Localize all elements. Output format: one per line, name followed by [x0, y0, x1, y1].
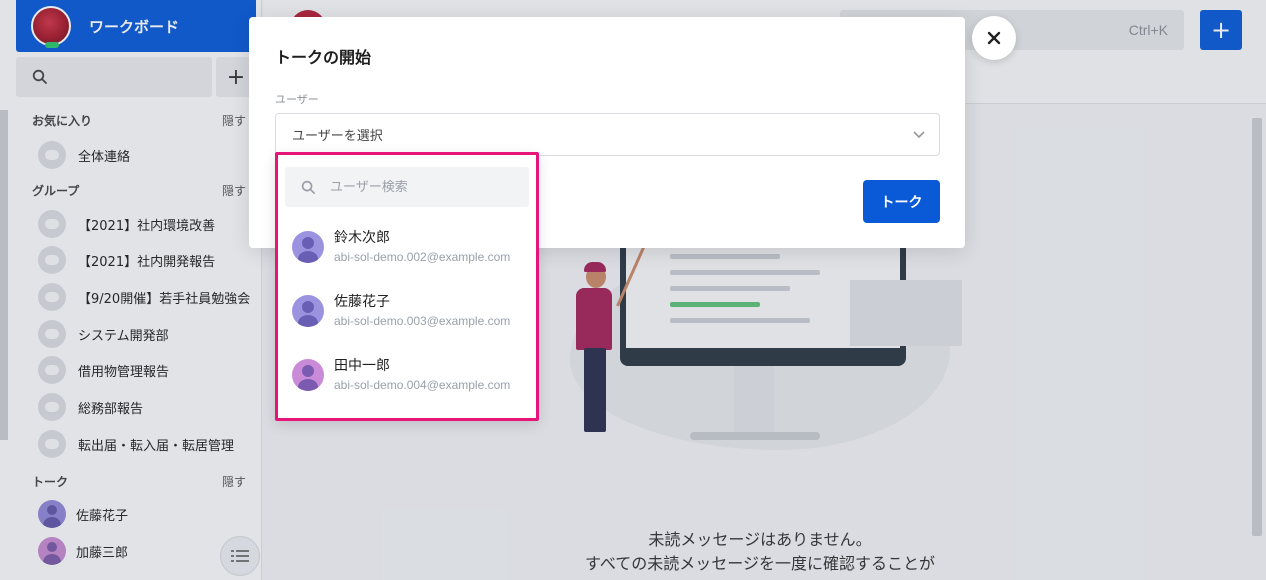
user-option-email: abi-sol-demo.003@example.com	[334, 314, 511, 328]
start-talk-button[interactable]: トーク	[863, 180, 940, 223]
close-icon	[987, 31, 1001, 45]
user-option-text: 田中一郎 abi-sol-demo.004@example.com	[334, 356, 510, 394]
user-dropdown-list: 鈴木次郎 abi-sol-demo.002@example.com 佐藤花子 a…	[275, 152, 539, 421]
user-option[interactable]: 佐藤花子 abi-sol-demo.003@example.com	[292, 283, 532, 339]
user-option[interactable]: 田中一郎 abi-sol-demo.004@example.com	[292, 347, 532, 403]
user-option-text: 佐藤花子 abi-sol-demo.003@example.com	[334, 292, 510, 330]
user-option-name: 佐藤花子	[334, 294, 390, 310]
user-option-text: 鈴木次郎 abi-sol-demo.002@example.com	[334, 228, 510, 266]
user-search-box[interactable]	[285, 167, 529, 207]
user-select-placeholder: ユーザーを選択	[292, 129, 383, 144]
close-modal-button[interactable]	[972, 16, 1016, 60]
user-option-name: 鈴木次郎	[334, 230, 390, 246]
modal-title: トークの開始	[275, 48, 372, 67]
user-option-name: 田中一郎	[334, 358, 390, 374]
user-avatar-icon	[292, 295, 324, 327]
user-avatar-icon	[292, 231, 324, 263]
user-search-input[interactable]	[330, 179, 510, 195]
user-option-email: abi-sol-demo.002@example.com	[334, 250, 511, 264]
search-icon	[301, 180, 315, 194]
user-avatar-icon	[292, 359, 324, 391]
user-select-dropdown[interactable]: ユーザーを選択	[275, 113, 940, 156]
chevron-down-icon	[913, 129, 925, 141]
user-option-email: abi-sol-demo.004@example.com	[334, 378, 511, 392]
user-field-label: ユーザー	[275, 93, 319, 106]
user-option[interactable]: 鈴木次郎 abi-sol-demo.002@example.com	[292, 219, 532, 275]
